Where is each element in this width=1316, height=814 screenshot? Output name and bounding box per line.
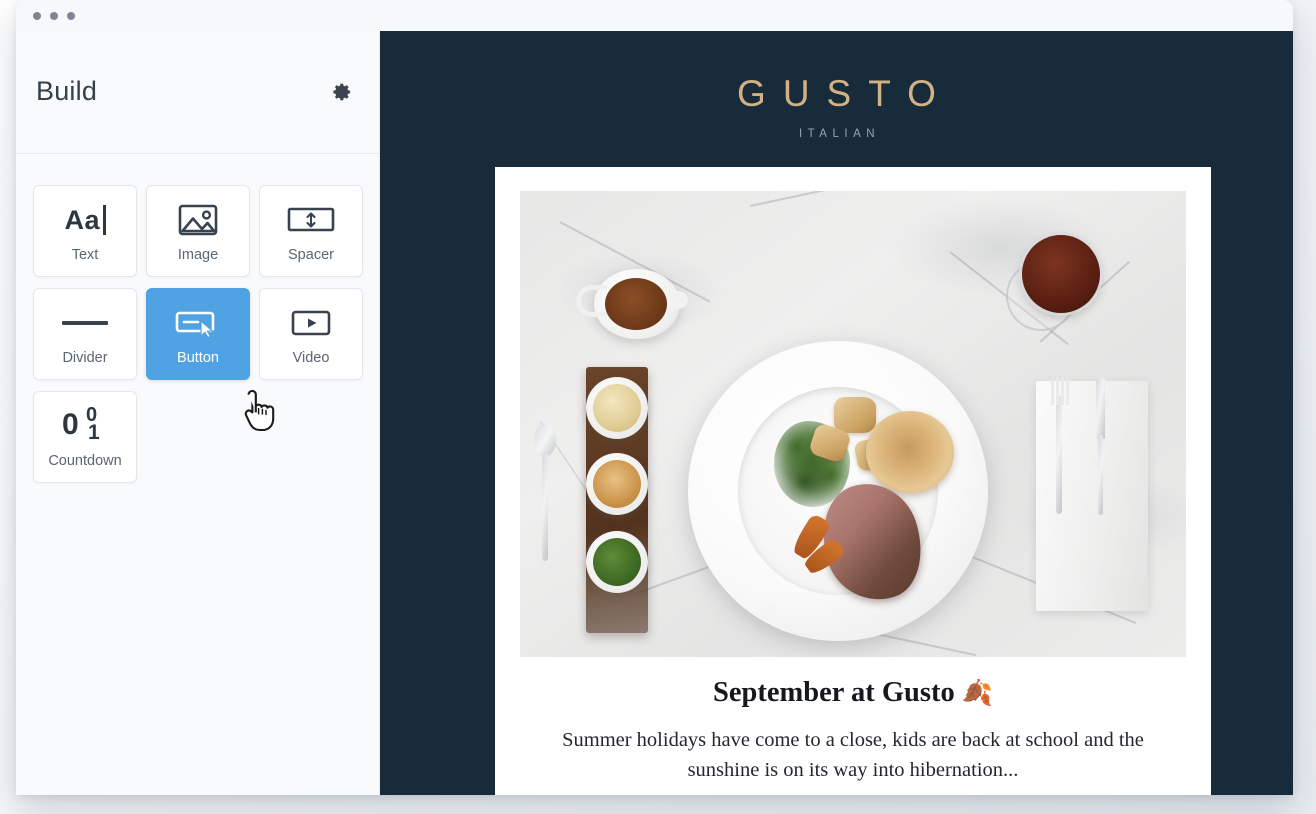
spacer-icon	[285, 199, 337, 241]
hero-image[interactable]	[520, 191, 1186, 657]
window-close-dot[interactable]	[33, 11, 41, 20]
block-tile-label: Video	[292, 350, 330, 366]
email-body-text: Summer holidays have come to a close, ki…	[562, 729, 1144, 781]
button-icon	[174, 302, 222, 344]
brand-name: GUSTO	[737, 73, 953, 114]
gear-icon[interactable]	[329, 79, 355, 105]
block-tile-image[interactable]: Image	[146, 185, 250, 277]
email-logo-block: GUSTO ITALIAN	[380, 31, 1293, 140]
sidebar-header: Build	[16, 31, 379, 154]
divider-icon	[62, 302, 108, 344]
window-titlebar	[16, 0, 1293, 31]
page-title: Build	[36, 76, 98, 106]
dinner-plate	[688, 341, 988, 641]
app-window: Build Aa Text Image Spacer Divider Butto…	[16, 0, 1293, 795]
block-tile-video[interactable]: Video	[259, 288, 363, 380]
block-palette: Aa Text Image Spacer Divider Button Vide…	[33, 185, 367, 483]
page-root: Build Aa Text Image Spacer Divider Butto…	[0, 0, 1316, 814]
block-tile-label: Button	[177, 350, 219, 366]
email-heading-text: September at Gusto	[713, 677, 955, 708]
block-tile-button[interactable]: Button	[146, 288, 250, 380]
window-maximize-dot[interactable]	[67, 11, 75, 20]
block-tile-countdown[interactable]: 0 0 1 Countdown	[33, 391, 137, 483]
napkin-cutlery	[1036, 381, 1148, 611]
window-minimize-dot[interactable]	[50, 11, 58, 20]
email-content-card: September at Gusto 🍂 Summer holidays hav…	[495, 167, 1211, 795]
text-aa-icon: Aa	[64, 199, 106, 241]
email-preview-panel: GUSTO ITALIAN September at Gusto 🍂 Summe…	[380, 31, 1293, 795]
block-tile-spacer[interactable]: Spacer	[259, 185, 363, 277]
window-controls	[33, 11, 75, 20]
block-tile-label: Text	[71, 247, 99, 263]
countdown-icon: 0 0 1	[62, 404, 100, 444]
block-tile-text[interactable]: Aa Text	[33, 185, 137, 277]
image-icon	[177, 199, 219, 241]
email-heading: September at Gusto 🍂	[495, 677, 1211, 709]
build-sidebar: Build Aa Text Image Spacer Divider Butto…	[16, 31, 380, 795]
block-tile-label: Divider	[62, 350, 108, 366]
block-tile-label: Countdown	[48, 453, 122, 469]
gravy-boat	[576, 269, 688, 339]
fallen-leaf-emoji: 🍂	[961, 680, 993, 707]
video-play-icon	[289, 302, 333, 344]
brand-subtitle: ITALIAN	[798, 128, 881, 140]
block-tile-label: Image	[177, 247, 219, 263]
block-tile-divider[interactable]: Divider	[33, 288, 137, 380]
block-tile-label: Spacer	[288, 247, 334, 263]
wine-glass	[1004, 227, 1114, 333]
